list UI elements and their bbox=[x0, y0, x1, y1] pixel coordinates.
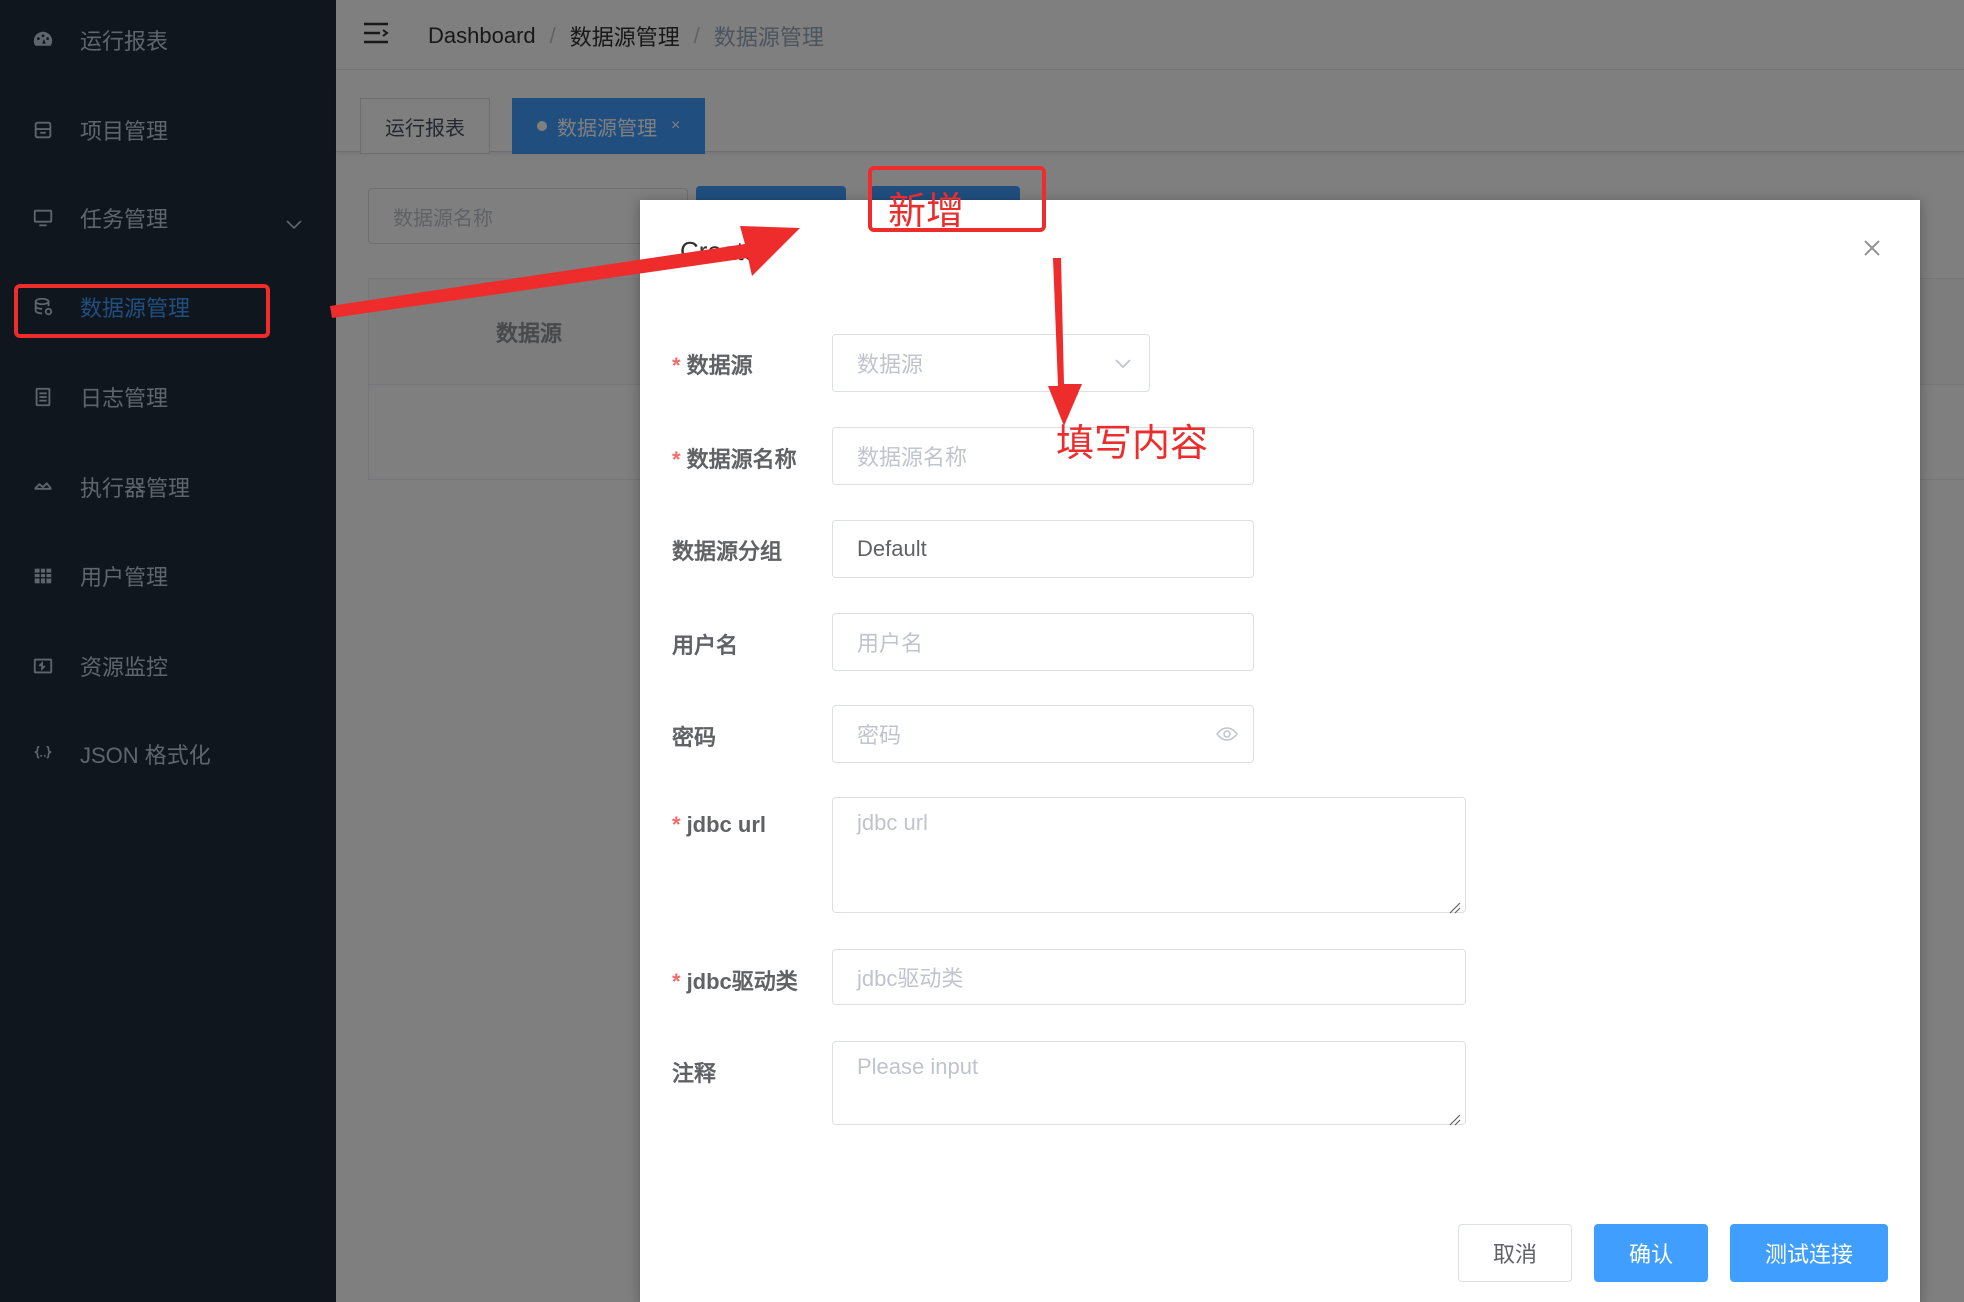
confirm-button[interactable]: 确认 bbox=[1594, 1224, 1708, 1282]
username-input[interactable]: 用户名 bbox=[832, 613, 1254, 671]
datasource-select[interactable]: 数据源 bbox=[832, 334, 1150, 392]
comment-textarea[interactable]: Please input bbox=[832, 1041, 1466, 1126]
resize-handle-icon[interactable] bbox=[1447, 1106, 1461, 1126]
cancel-button[interactable]: 取消 bbox=[1458, 1224, 1572, 1282]
resize-handle-icon[interactable] bbox=[1447, 894, 1461, 914]
chevron-down-icon bbox=[1111, 351, 1135, 375]
dialog-title: Create bbox=[680, 236, 759, 266]
close-icon[interactable] bbox=[1860, 236, 1884, 260]
create-dialog: Create * 数据源 数据源 * 数据源名称 数据源名称 数据源分组 Defau… bbox=[640, 200, 1920, 1302]
password-input[interactable]: 密码 bbox=[832, 705, 1254, 763]
annotation-add-label: 新增 bbox=[888, 191, 965, 233]
test-connection-button[interactable]: 测试连接 bbox=[1730, 1224, 1888, 1282]
annotation-highlight-sidebar bbox=[14, 284, 270, 338]
jdbc-driver-input[interactable]: jdbc驱动类 bbox=[832, 949, 1466, 1005]
jdbc-url-textarea[interactable]: jdbc url bbox=[832, 797, 1466, 914]
eye-icon[interactable] bbox=[1215, 722, 1239, 746]
datasource-group-input[interactable]: Default bbox=[832, 520, 1254, 578]
annotation-fill-label: 填写内容 bbox=[1056, 423, 1209, 465]
